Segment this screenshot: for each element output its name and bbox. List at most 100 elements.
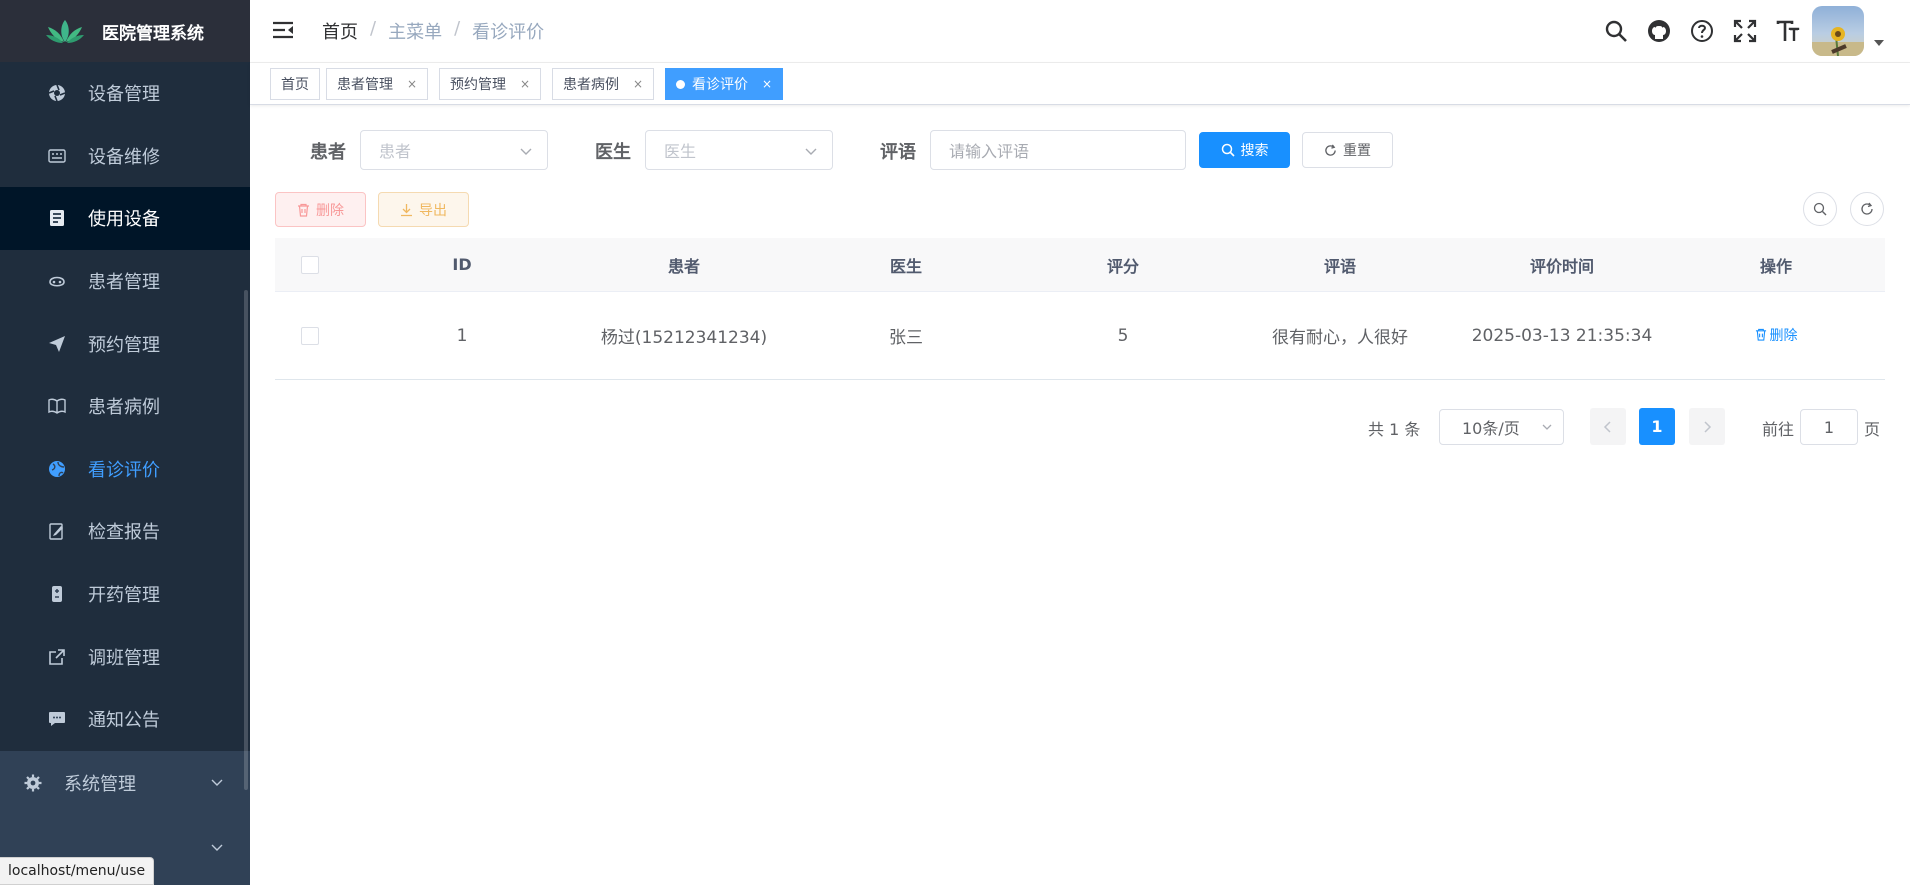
row-checkbox[interactable]	[301, 326, 319, 345]
chevron-down-icon	[211, 779, 223, 786]
cell-actions: 删除	[1667, 325, 1885, 347]
download-icon	[401, 203, 412, 216]
github-icon[interactable]	[1646, 18, 1671, 43]
column-header-id[interactable]: ID	[345, 255, 579, 274]
row-delete-label: 删除	[1769, 327, 1798, 344]
breadcrumb-current: 看诊评价	[472, 22, 545, 43]
tag-patients[interactable]: 患者管理 ×	[326, 68, 429, 100]
cell-doctor: 张三	[889, 328, 923, 348]
sidebar-scrollbar[interactable]	[244, 290, 248, 790]
sidebar-item-use-device[interactable]: 使用设备	[0, 187, 250, 250]
page-suffix: 页	[1864, 420, 1881, 439]
row-select-cell	[275, 326, 345, 345]
export-button-label: 导出	[419, 202, 447, 219]
patient-select[interactable]: 患者	[360, 130, 548, 170]
paper-plane-icon	[48, 335, 66, 353]
column-header-score[interactable]: 评分	[1023, 253, 1223, 277]
tag-cases[interactable]: 患者病例 ×	[552, 68, 655, 100]
sidebar-item-prescriptions[interactable]: 开药管理	[0, 563, 250, 626]
breadcrumb: 首页 / 主菜单 / 看诊评价	[322, 18, 544, 44]
keyboard-icon	[48, 147, 66, 165]
tag-appointments[interactable]: 预约管理 ×	[439, 68, 542, 100]
column-header-time[interactable]: 评价时间	[1457, 253, 1667, 277]
reset-button[interactable]: 重置	[1302, 132, 1393, 168]
close-icon[interactable]: ×	[633, 77, 643, 91]
export-button[interactable]: 导出	[378, 192, 469, 227]
sidebar-item-appointments[interactable]: 预约管理	[0, 312, 250, 375]
breadcrumb-separator: /	[454, 18, 461, 39]
chevron-down-icon	[520, 148, 532, 155]
reset-button-label: 重置	[1343, 143, 1371, 159]
cell-time: 2025-03-13 21:35:34	[1471, 325, 1653, 346]
sidebar-item-label: 通知公告	[88, 710, 160, 732]
sidebar-item-evaluations[interactable]: 看诊评价	[0, 438, 250, 501]
goto-label: 前往	[1762, 420, 1795, 439]
avatar[interactable]	[1812, 6, 1864, 56]
sidebar-item-label: 设备维修	[88, 146, 160, 168]
prev-page-button[interactable]	[1590, 408, 1626, 445]
aperture-icon	[48, 84, 66, 102]
search-button[interactable]: 搜索	[1199, 132, 1290, 168]
sidebar-item-reports[interactable]: 检查报告	[0, 500, 250, 563]
message-icon	[48, 710, 66, 728]
page-size-value: 10条/页	[1462, 419, 1520, 438]
select-all-checkbox[interactable]	[301, 255, 319, 274]
page-number-button[interactable]: 1	[1639, 408, 1675, 445]
book-icon	[48, 397, 66, 415]
caret-down-icon[interactable]	[1874, 40, 1884, 46]
delete-button-label: 删除	[316, 202, 344, 219]
doctor-select[interactable]: 医生	[645, 130, 833, 170]
logo[interactable]: 医院管理系统	[0, 0, 250, 62]
help-icon[interactable]	[1689, 18, 1714, 43]
sidebar-item-shift[interactable]: 调班管理	[0, 625, 250, 688]
refresh-button[interactable]	[1850, 192, 1884, 226]
delete-button[interactable]: 删除	[275, 192, 366, 227]
breadcrumb-home[interactable]: 首页	[322, 18, 358, 44]
breadcrumb-menu: 主菜单	[388, 22, 443, 43]
tag-home[interactable]: 首页	[270, 68, 320, 100]
refresh-icon	[1325, 144, 1336, 156]
sidebar-item-label: 预约管理	[88, 334, 160, 356]
search-icon	[1221, 143, 1235, 157]
column-header-comment[interactable]: 评语	[1223, 253, 1457, 277]
select-all-cell	[275, 255, 345, 274]
toggle-search-button[interactable]	[1803, 192, 1837, 226]
doctor-label: 医生	[595, 142, 631, 163]
external-link-icon	[48, 648, 66, 666]
patient-placeholder: 患者	[379, 142, 412, 161]
close-icon[interactable]: ×	[407, 77, 417, 91]
sidebar-item-label: 患者病例	[88, 397, 160, 419]
comment-input[interactable]: 请输入评语	[930, 130, 1186, 170]
page-size-select[interactable]: 10条/页	[1439, 409, 1564, 445]
column-header-patient[interactable]: 患者	[579, 253, 789, 277]
search-icon[interactable]	[1603, 18, 1628, 43]
pagination-total: 共 1 条	[1368, 420, 1421, 439]
tag-evaluations[interactable]: 看诊评价 ×	[665, 68, 784, 100]
search-button-label: 搜索	[1240, 143, 1269, 159]
goto-page-input[interactable]: 1	[1800, 409, 1858, 445]
column-header-actions: 操作	[1759, 256, 1792, 276]
fullscreen-icon[interactable]	[1732, 18, 1757, 43]
sidebar-menu: 设备管理 设备维修 使用设备 患者管理 预约管理 患者病例 看诊评价 检查报告 …	[0, 62, 250, 881]
column-header-doctor[interactable]: 医生	[789, 253, 1023, 277]
tag-label: 首页	[281, 77, 309, 93]
hamburger-icon[interactable]	[272, 20, 294, 40]
next-page-button[interactable]	[1689, 408, 1725, 445]
sidebar-item-cases[interactable]: 患者病例	[0, 375, 250, 438]
font-size-icon[interactable]	[1775, 18, 1800, 43]
cell-patient: 杨过(15212341234)	[600, 328, 768, 348]
sidebar-item-equipment[interactable]: 设备管理	[0, 62, 250, 125]
active-dot	[676, 79, 685, 89]
app-root: 医院管理系统 设备管理 设备维修 使用设备 患者管理 预约管理 患者病例 看诊评…	[0, 0, 1910, 885]
cell-id: 1	[456, 325, 468, 346]
row-delete-link[interactable]: 删除	[1755, 325, 1798, 345]
tag-label: 患者病例	[563, 77, 619, 93]
table-row[interactable]: 1 杨过(15212341234) 张三 5 很有耐心，人很好 2025-03-…	[275, 292, 1885, 380]
sidebar-item-patients[interactable]: 患者管理	[0, 250, 250, 313]
close-icon[interactable]: ×	[762, 77, 772, 91]
trash-icon	[298, 203, 309, 217]
sidebar-item-repair[interactable]: 设备维修	[0, 125, 250, 188]
sidebar-item-system[interactable]: 系统管理	[0, 750, 250, 816]
sidebar-item-notices[interactable]: 通知公告	[0, 688, 250, 751]
close-icon[interactable]: ×	[520, 77, 530, 91]
